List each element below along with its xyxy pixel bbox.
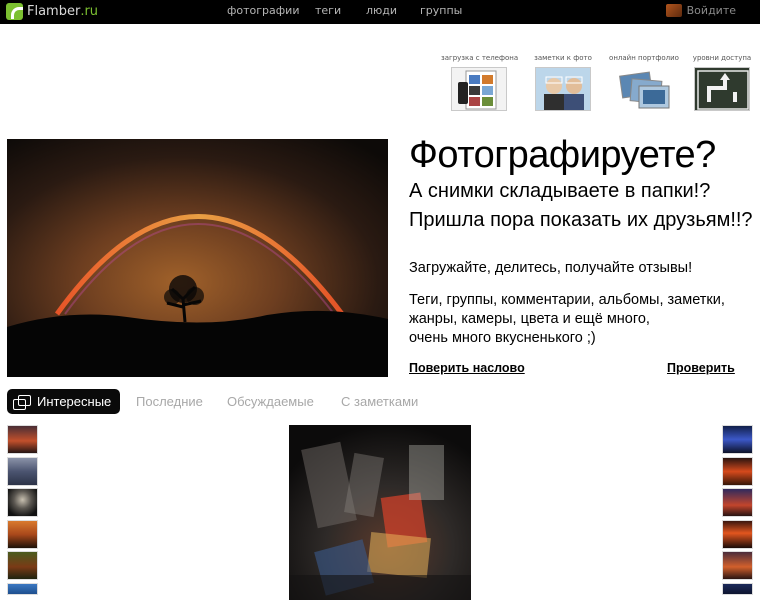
flamber-logo-icon: [6, 3, 23, 20]
subheadline-1: А снимки складываете в папки!?: [409, 180, 711, 202]
featured-photo[interactable]: [289, 425, 471, 600]
hero-photo[interactable]: [7, 139, 388, 377]
thumbs-right-column: [722, 425, 753, 597]
pitch-line: очень много вкусненького ;): [409, 330, 596, 346]
login-icon: [665, 4, 682, 17]
pitch-paragraph-2: Теги, группы, комментарии, альбомы, заме…: [409, 291, 725, 348]
feature-photo-notes[interactable]: заметки к фото: [525, 54, 601, 111]
feature-access-levels[interactable]: уровни доступа: [684, 54, 760, 111]
photo-thumbnail[interactable]: [722, 519, 753, 549]
pitch-line: Теги, группы, комментарии, альбомы, заме…: [409, 292, 725, 308]
trust-link[interactable]: Поверить наслово: [409, 361, 525, 375]
nav-photos[interactable]: фотографии: [227, 4, 299, 17]
tab-with-notes[interactable]: С заметками: [341, 394, 418, 409]
photo-thumbnail[interactable]: [7, 425, 38, 454]
pitch-block: Фотографируете? А снимки складываете в п…: [409, 133, 754, 346]
headline: Фотографируете?: [409, 134, 716, 176]
phone-upload-icon: [451, 67, 507, 111]
tab-interesting[interactable]: Интересные: [7, 389, 120, 414]
photo-thumbnail[interactable]: [722, 582, 753, 595]
tab-discussed[interactable]: Обсуждаемые: [227, 394, 314, 409]
photo-thumbnail[interactable]: [7, 456, 38, 486]
photo-thumbnail[interactable]: [7, 488, 38, 517]
logo-text: Flamber: [27, 4, 81, 19]
nav-people[interactable]: люди: [366, 4, 397, 17]
photo-notes-icon: [535, 67, 591, 111]
photo-thumbnail[interactable]: [722, 456, 753, 486]
photo-thumbnail[interactable]: [722, 425, 753, 454]
feature-strip: загрузка с телефона заметки к фото онлай…: [0, 54, 760, 114]
tab-label: Интересные: [37, 394, 112, 409]
check-link[interactable]: Проверить: [667, 361, 735, 375]
login-label: Войдите: [686, 4, 736, 17]
stacked-photos-icon: [13, 394, 31, 410]
feature-mobile-upload[interactable]: загрузка с телефона: [441, 54, 519, 111]
photo-thumbnail[interactable]: [7, 519, 38, 549]
login-link[interactable]: Войдите: [665, 4, 736, 17]
photo-thumbnail[interactable]: [722, 551, 753, 580]
access-levels-icon: [694, 67, 750, 111]
photo-thumbnail[interactable]: [7, 582, 38, 595]
logo-tld: .ru: [80, 4, 99, 19]
feature-label: заметки к фото: [534, 54, 592, 62]
feature-label: загрузка с телефона: [441, 54, 519, 62]
top-bar: Flamber .ru фотографии теги люди группы В…: [0, 0, 760, 24]
photo-thumbnail[interactable]: [722, 488, 753, 517]
nav-groups[interactable]: группы: [420, 4, 462, 17]
pitch-line: жанры, камеры, цвета и ещё много,: [409, 311, 650, 327]
portfolio-icon: [616, 67, 672, 111]
pitch-paragraph-1: Загружайте, делитесь, получайте отзывы!: [409, 260, 693, 276]
thumbs-left-column: [7, 425, 38, 597]
site-logo[interactable]: Flamber .ru: [6, 3, 98, 20]
photo-thumbnail[interactable]: [7, 551, 38, 580]
subheadline-2: Пришла пора показать их друзьям!!?: [409, 209, 753, 231]
nav-tags[interactable]: теги: [315, 4, 341, 17]
feature-label: уровни доступа: [692, 54, 752, 62]
feature-label: онлайн портфолио: [609, 54, 679, 62]
feature-online-portfolio[interactable]: онлайн портфолио: [606, 54, 682, 111]
tab-latest[interactable]: Последние: [136, 394, 203, 409]
